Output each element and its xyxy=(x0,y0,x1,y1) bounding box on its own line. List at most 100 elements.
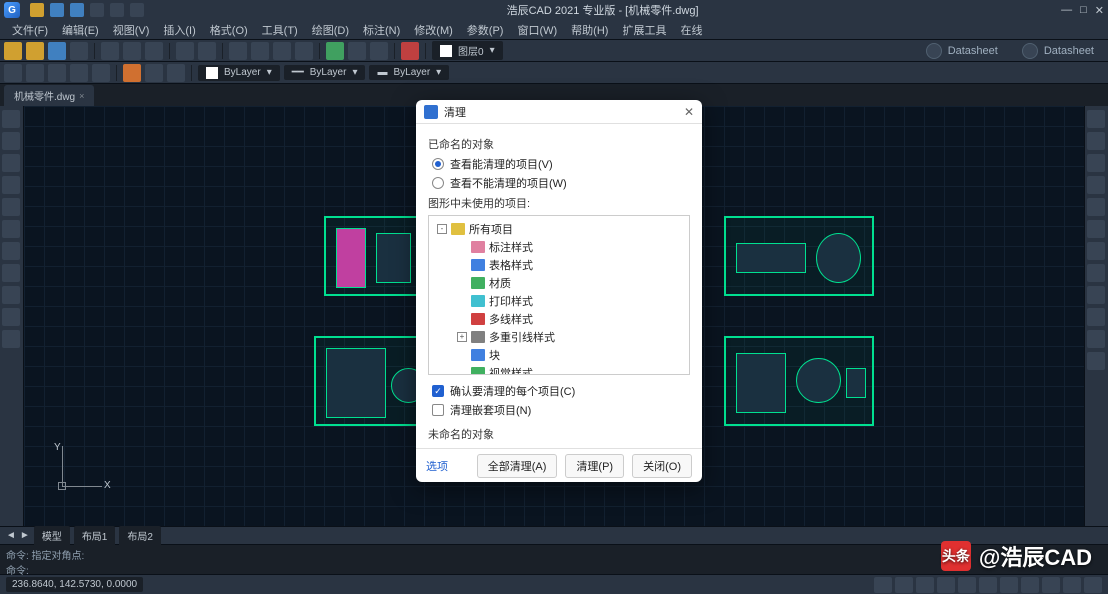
tool-palette-icon[interactable] xyxy=(370,42,388,60)
qat-save-icon[interactable] xyxy=(70,3,84,17)
qat-undo-icon[interactable] xyxy=(90,3,104,17)
minimize-button[interactable]: — xyxy=(1061,4,1072,17)
text-icon[interactable] xyxy=(145,64,163,82)
zoom-icon[interactable] xyxy=(251,42,269,60)
hatch-tool-icon[interactable] xyxy=(2,264,20,282)
menu-insert[interactable]: 插入(I) xyxy=(157,20,201,40)
dyn-toggle[interactable] xyxy=(1042,577,1060,593)
menu-modify[interactable]: 修改(M) xyxy=(408,20,459,40)
tree-node[interactable]: 块 xyxy=(433,346,685,364)
circle-icon[interactable] xyxy=(48,64,66,82)
layout1-tab[interactable]: 布局1 xyxy=(74,526,116,545)
undo-icon[interactable] xyxy=(176,42,194,60)
copy-icon[interactable] xyxy=(123,42,141,60)
menu-file[interactable]: 文件(F) xyxy=(6,20,54,40)
grid-toggle[interactable] xyxy=(895,577,913,593)
extend-tool-icon[interactable] xyxy=(1087,242,1105,260)
design-center-icon[interactable] xyxy=(348,42,366,60)
fillet-tool-icon[interactable] xyxy=(1087,264,1105,282)
line-tool-icon[interactable] xyxy=(2,110,20,128)
pan-icon[interactable] xyxy=(229,42,247,60)
qat-redo-icon[interactable] xyxy=(110,3,124,17)
tab-next-icon[interactable]: ► xyxy=(20,530,30,541)
layout2-tab[interactable]: 布局2 xyxy=(119,526,161,545)
hatch-icon[interactable] xyxy=(123,64,141,82)
purge-all-button[interactable]: 全部清理(A) xyxy=(477,454,558,478)
mirror-tool-icon[interactable] xyxy=(1087,198,1105,216)
arc-icon[interactable] xyxy=(70,64,88,82)
explode-tool-icon[interactable] xyxy=(1087,352,1105,370)
check-confirm[interactable]: ✓ 确认要清理的每个项目(C) xyxy=(432,383,690,399)
scale-tool-icon[interactable] xyxy=(1087,176,1105,194)
radio-purgeable[interactable]: 查看能清理的项目(V) xyxy=(432,156,690,172)
line-icon[interactable] xyxy=(4,64,22,82)
menu-format[interactable]: 格式(O) xyxy=(204,20,254,40)
redo-icon[interactable] xyxy=(198,42,216,60)
zoom-window-icon[interactable] xyxy=(273,42,291,60)
lwt-toggle[interactable] xyxy=(1000,577,1018,593)
new-icon[interactable] xyxy=(4,42,22,60)
arc-tool-icon[interactable] xyxy=(2,176,20,194)
pline-tool-icon[interactable] xyxy=(2,132,20,150)
tree-node[interactable]: 材质 xyxy=(433,274,685,292)
rotate-tool-icon[interactable] xyxy=(1087,154,1105,172)
cut-icon[interactable] xyxy=(101,42,119,60)
spline-tool-icon[interactable] xyxy=(2,242,20,260)
trim-tool-icon[interactable] xyxy=(1087,220,1105,238)
save-icon[interactable] xyxy=(48,42,66,60)
color-combo[interactable]: ByLayer▾ xyxy=(198,65,280,81)
tree-toggle-icon[interactable]: + xyxy=(457,332,467,342)
saveas-icon[interactable] xyxy=(70,42,88,60)
otrack-toggle[interactable] xyxy=(979,577,997,593)
point-tool-icon[interactable] xyxy=(2,330,20,348)
tree-node[interactable]: -所有项目 xyxy=(433,220,685,238)
radio-not-purgeable[interactable]: 查看不能清理的项目(W) xyxy=(432,175,690,191)
help-icon[interactable] xyxy=(401,42,419,60)
close-button[interactable]: 关闭(O) xyxy=(632,454,692,478)
close-button[interactable]: ✕ xyxy=(1095,4,1104,17)
menu-edit[interactable]: 编辑(E) xyxy=(56,20,105,40)
purge-button[interactable]: 清理(P) xyxy=(565,454,624,478)
ellipse-tool-icon[interactable] xyxy=(2,220,20,238)
move-tool-icon[interactable] xyxy=(1087,110,1105,128)
offset-tool-icon[interactable] xyxy=(1087,286,1105,304)
document-tab[interactable]: 机械零件.dwg × xyxy=(4,85,94,106)
menu-online[interactable]: 在线 xyxy=(674,20,708,40)
tree-node[interactable]: 打印样式 xyxy=(433,292,685,310)
maximize-button[interactable]: □ xyxy=(1080,4,1087,17)
model-tab[interactable]: 模型 xyxy=(34,526,70,545)
qat-print-icon[interactable] xyxy=(130,3,144,17)
menu-help[interactable]: 帮助(H) xyxy=(565,20,614,40)
open-icon[interactable] xyxy=(26,42,44,60)
tree-node[interactable]: 视觉样式 xyxy=(433,364,685,375)
menu-view[interactable]: 视图(V) xyxy=(107,20,156,40)
polar-toggle[interactable] xyxy=(937,577,955,593)
rectangle-icon[interactable] xyxy=(92,64,110,82)
check-nested[interactable]: 清理嵌套项目(N) xyxy=(432,402,690,418)
tree-node[interactable]: 标注样式 xyxy=(433,238,685,256)
rect-tool-icon[interactable] xyxy=(2,198,20,216)
array-tool-icon[interactable] xyxy=(1087,308,1105,326)
zoom-extents-icon[interactable] xyxy=(295,42,313,60)
linetype-combo[interactable]: ━━ByLayer▾ xyxy=(284,65,366,80)
dimension-icon[interactable] xyxy=(167,64,185,82)
tab-prev-icon[interactable]: ◄ xyxy=(6,530,16,541)
layer-combo[interactable]: 图层0▾ xyxy=(432,41,503,60)
tree-node[interactable]: 表格样式 xyxy=(433,256,685,274)
menu-tools[interactable]: 工具(T) xyxy=(256,20,304,40)
menu-parametric[interactable]: 参数(P) xyxy=(461,20,510,40)
options-link[interactable]: 选项 xyxy=(426,458,448,474)
snap-toggle[interactable] xyxy=(874,577,892,593)
tree-toggle-icon[interactable]: - xyxy=(437,224,447,234)
menu-ext[interactable]: 扩展工具 xyxy=(616,20,672,40)
menu-dimension[interactable]: 标注(N) xyxy=(357,20,406,40)
erase-tool-icon[interactable] xyxy=(1087,330,1105,348)
properties-icon[interactable] xyxy=(326,42,344,60)
datasheet-link-2[interactable]: Datasheet xyxy=(1012,41,1104,61)
sc-toggle[interactable] xyxy=(1084,577,1102,593)
ortho-toggle[interactable] xyxy=(916,577,934,593)
menu-window[interactable]: 窗口(W) xyxy=(511,20,563,40)
tab-close-icon[interactable]: × xyxy=(79,91,84,101)
osnap-toggle[interactable] xyxy=(958,577,976,593)
block-tool-icon[interactable] xyxy=(2,308,20,326)
